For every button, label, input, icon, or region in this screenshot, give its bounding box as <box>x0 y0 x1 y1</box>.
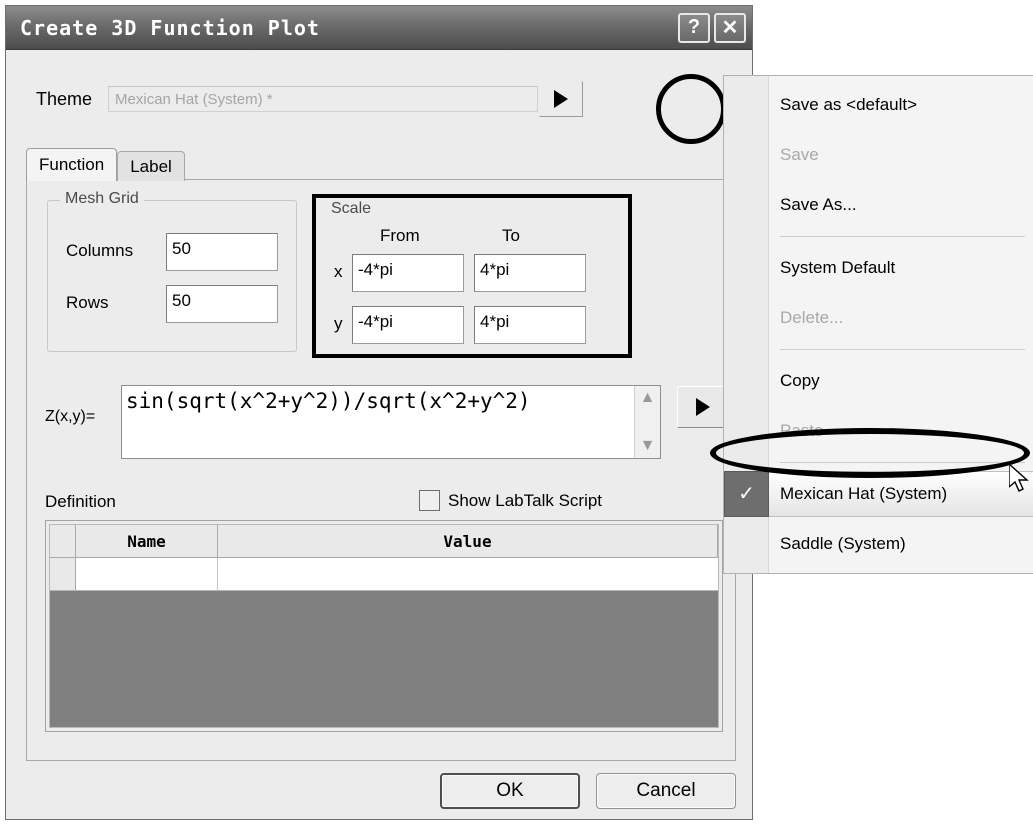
scale-x-label: x <box>334 262 343 281</box>
check-icon: ✓ <box>724 471 769 517</box>
scale-to-header: To <box>502 226 520 245</box>
cell-name[interactable] <box>76 558 218 590</box>
tab-strip: Function Label <box>26 148 185 181</box>
scale-x-to-input[interactable]: 4*pi <box>474 254 586 292</box>
scale-title: Scale <box>326 200 377 218</box>
menu-separator <box>780 349 1025 350</box>
menu-item-paste[interactable]: Paste <box>724 406 1033 456</box>
ok-button[interactable]: OK <box>440 773 580 809</box>
formula-scrollbar[interactable]: ▲ ▼ <box>634 386 660 458</box>
help-button[interactable]: ? <box>678 12 710 43</box>
menu-item-mexican-hat-label: Mexican Hat (System) <box>780 484 948 503</box>
columns-input[interactable]: 50 <box>166 233 278 271</box>
theme-input[interactable]: Mexican Hat (System) * <box>108 86 539 112</box>
chevron-up-icon[interactable]: ▲ <box>635 386 660 410</box>
menu-item-system-default[interactable]: System Default <box>724 243 1033 293</box>
scale-y-from-input[interactable]: -4*pi <box>352 306 464 344</box>
title-bar: Create 3D Function Plot ? ✕ <box>6 6 752 50</box>
scale-from-header: From <box>380 226 420 245</box>
close-button[interactable]: ✕ <box>714 12 746 43</box>
definition-table-header: Name Value <box>50 525 718 558</box>
cancel-button[interactable]: Cancel <box>596 773 736 809</box>
dialog-button-bar: OK Cancel <box>6 773 754 809</box>
menu-item-copy[interactable]: Copy <box>724 356 1033 406</box>
show-labtalk-script-label: Show LabTalk Script <box>448 490 603 510</box>
scale-y-label: y <box>334 314 343 333</box>
scale-x-from-input[interactable]: -4*pi <box>352 254 464 292</box>
table-corner-cell <box>50 525 76 557</box>
menu-item-mexican-hat[interactable]: ✓ Mexican Hat (System) <box>724 469 1033 519</box>
definition-table: Name Value <box>45 520 723 732</box>
theme-label: Theme <box>36 88 93 109</box>
theme-dropdown-button[interactable] <box>539 81 584 117</box>
mesh-grid-title: Mesh Grid <box>60 190 144 208</box>
window-title: Create 3D Function Plot <box>20 15 320 40</box>
menu-separator <box>780 462 1025 463</box>
column-header-name: Name <box>76 525 218 557</box>
formula-expand-button[interactable] <box>677 386 729 428</box>
columns-label: Columns <box>66 241 134 260</box>
menu-item-delete[interactable]: Delete... <box>724 293 1033 343</box>
theme-dropdown-menu: Save as <default> Save Save As... System… <box>723 75 1033 574</box>
rows-label: Rows <box>66 293 109 312</box>
triangle-right-icon <box>696 398 710 416</box>
scale-group: Scale From To x -4*pi 4*pi y -4*pi 4*pi <box>312 194 632 358</box>
definition-label: Definition <box>45 492 116 511</box>
menu-item-save-as-default[interactable]: Save as <default> <box>724 80 1033 130</box>
z-function-field[interactable]: sin(sqrt(x^2+y^2))/sqrt(x^2+y^2) ▲ ▼ <box>121 385 661 459</box>
rows-input[interactable]: 50 <box>166 285 278 323</box>
table-row[interactable] <box>50 558 718 591</box>
column-header-value: Value <box>218 525 718 557</box>
mesh-grid-group: Mesh Grid Columns 50 Rows 50 <box>47 190 297 352</box>
menu-separator <box>780 236 1025 237</box>
definition-table-body: Name Value <box>49 524 719 728</box>
z-function-label: Z(x,y)= <box>45 408 96 425</box>
z-function-input[interactable]: sin(sqrt(x^2+y^2))/sqrt(x^2+y^2) <box>122 386 634 458</box>
scale-y-to-input[interactable]: 4*pi <box>474 306 586 344</box>
chevron-down-icon[interactable]: ▼ <box>635 434 660 458</box>
show-labtalk-script-row[interactable]: Show LabTalk Script <box>419 490 602 511</box>
theme-row: Theme Mexican Hat (System) * <box>6 76 754 122</box>
menu-item-saddle[interactable]: Saddle (System) <box>724 519 1033 569</box>
function-tab-panel: Mesh Grid Columns 50 Rows 50 Scale From … <box>26 179 736 761</box>
tab-label[interactable]: Label <box>117 151 185 181</box>
create-3d-function-plot-dialog: Create 3D Function Plot ? ✕ Theme Mexica… <box>5 5 753 820</box>
menu-item-save-as[interactable]: Save As... <box>724 180 1033 230</box>
triangle-right-icon <box>554 90 569 108</box>
cell-value[interactable] <box>218 558 718 590</box>
tab-function[interactable]: Function <box>26 148 118 181</box>
menu-item-save[interactable]: Save <box>724 130 1033 180</box>
show-labtalk-script-checkbox[interactable] <box>419 490 440 511</box>
row-selector-cell[interactable] <box>50 558 76 590</box>
